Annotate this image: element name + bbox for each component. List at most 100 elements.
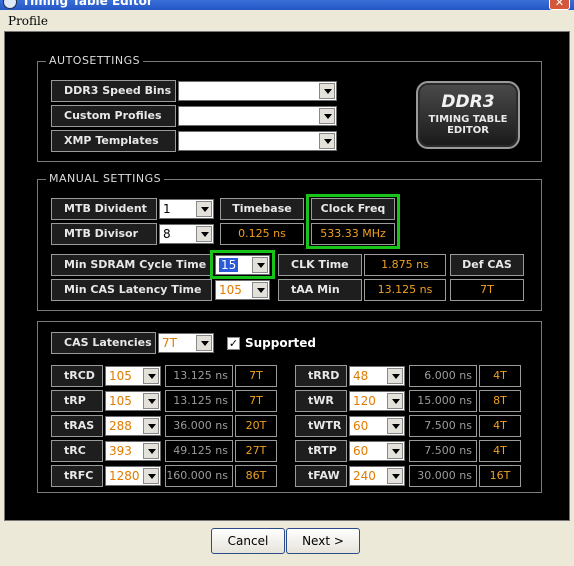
ddr3-speed-bins-select[interactable] xyxy=(178,81,337,101)
def-cas-label: Def CAS xyxy=(450,254,524,276)
close-button[interactable]: ✕ xyxy=(549,0,570,10)
custom-profiles-label: Custom Profiles xyxy=(51,105,176,127)
xmp-templates-label: XMP Templates xyxy=(51,130,176,152)
timing-select-trtp[interactable]: 60 xyxy=(349,441,405,461)
def-cas-value: 7T xyxy=(450,279,524,301)
timing-select-twtr[interactable]: 60 xyxy=(349,416,405,436)
chevron-down-icon[interactable] xyxy=(387,393,403,409)
timing-select-trrd[interactable]: 48 xyxy=(349,366,405,386)
title-bar: Timing Table Editor ✕ xyxy=(0,0,574,10)
timing-t-value-trfc: 86T xyxy=(235,465,277,487)
timing-t-value-tras: 20T xyxy=(235,415,277,437)
supported-checkbox[interactable]: ✓ xyxy=(227,337,240,350)
timing-name-trrd: tRRD xyxy=(295,365,347,387)
xmp-templates-select[interactable] xyxy=(178,131,337,151)
min-sdram-cycle-time-label: Min SDRAM Cycle Time xyxy=(51,254,212,276)
timing-ns-value-twr: 15.000 ns xyxy=(409,390,477,412)
timing-name-tras: tRAS xyxy=(51,415,103,437)
mtb-divident-label: MTB Divident xyxy=(51,198,157,220)
timing-t-value-twr: 8T xyxy=(479,390,521,412)
timing-ns-value-tfaw: 30.000 ns xyxy=(409,465,477,487)
timing-t-value-twtr: 4T xyxy=(479,415,521,437)
chevron-down-icon[interactable] xyxy=(143,368,159,384)
timing-ns-value-trc: 49.125 ns xyxy=(165,440,233,462)
timing-name-trp: tRP xyxy=(51,390,103,412)
chevron-down-icon[interactable] xyxy=(143,443,159,459)
clk-time-value: 1.875 ns xyxy=(364,254,446,276)
ddr3-logo: DDR3 TIMING TABLE EDITOR xyxy=(416,81,520,149)
supported-label: Supported xyxy=(245,336,316,350)
autosettings-title: AUTOSETTINGS xyxy=(46,54,144,67)
timing-t-value-trrd: 4T xyxy=(479,365,521,387)
timing-name-trfc: tRFC xyxy=(51,465,103,487)
timing-name-trtp: tRTP xyxy=(295,440,347,462)
timing-t-value-trc: 27T xyxy=(235,440,277,462)
cancel-button[interactable]: Cancel xyxy=(211,528,285,554)
timing-name-twtr: tWTR xyxy=(295,415,347,437)
menu-profile[interactable]: Profile xyxy=(8,14,48,28)
taa-min-value: 13.125 ns xyxy=(364,279,446,301)
chevron-down-icon[interactable] xyxy=(143,393,159,409)
menu-bar: Profile xyxy=(0,10,574,30)
chevron-down-icon[interactable] xyxy=(143,418,159,434)
logo-line1: DDR3 xyxy=(441,92,495,112)
chevron-down-icon[interactable] xyxy=(196,335,212,351)
min-sdram-cycle-time-select[interactable]: 15 xyxy=(215,255,270,275)
taa-min-label: tAA Min xyxy=(278,279,362,301)
chevron-down-icon[interactable] xyxy=(252,257,268,273)
timebase-value: 0.125 ns xyxy=(220,223,304,245)
next-button[interactable]: Next > xyxy=(286,528,360,554)
timing-select-tras[interactable]: 288 xyxy=(105,416,161,436)
clk-time-label: CLK Time xyxy=(278,254,362,276)
timebase-label: Timebase xyxy=(220,198,304,220)
min-cas-latency-time-label: Min CAS Latency Time xyxy=(51,279,212,301)
chevron-down-icon[interactable] xyxy=(387,443,403,459)
timing-select-twr[interactable]: 120 xyxy=(349,391,405,411)
manual-settings-title: MANUAL SETTINGS xyxy=(46,172,165,185)
timing-t-value-trcd: 7T xyxy=(235,365,277,387)
chevron-down-icon[interactable] xyxy=(387,418,403,434)
editor-panel: AUTOSETTINGS DDR3 Speed Bins Custom Prof… xyxy=(4,31,570,521)
chevron-down-icon[interactable] xyxy=(196,226,212,242)
timing-t-value-tfaw: 16T xyxy=(479,465,521,487)
timing-select-trfc[interactable]: 1280 xyxy=(105,466,161,486)
timing-ns-value-trrd: 6.000 ns xyxy=(409,365,477,387)
clock-freq-label: Clock Freq xyxy=(311,198,395,220)
timing-ns-value-trtp: 7.500 ns xyxy=(409,440,477,462)
chevron-down-icon[interactable] xyxy=(196,201,212,217)
timing-ns-value-trfc: 160.000 ns xyxy=(165,465,233,487)
timing-select-trcd[interactable]: 105 xyxy=(105,366,161,386)
chevron-down-icon[interactable] xyxy=(387,368,403,384)
clock-freq-value: 533.33 MHz xyxy=(311,223,395,245)
logo-line3: EDITOR xyxy=(447,125,489,136)
ddr3-speed-bins-label: DDR3 Speed Bins xyxy=(51,80,176,102)
chevron-down-icon[interactable] xyxy=(319,133,335,149)
cas-latencies-select[interactable]: 7T xyxy=(158,333,214,353)
timing-t-value-trtp: 4T xyxy=(479,440,521,462)
chevron-down-icon[interactable] xyxy=(319,108,335,124)
chevron-down-icon[interactable] xyxy=(387,468,403,484)
cas-latencies-label: CAS Latencies xyxy=(51,332,156,354)
timing-select-trc[interactable]: 393 xyxy=(105,441,161,461)
timing-name-trc: tRC xyxy=(51,440,103,462)
mtb-divisor-select[interactable]: 8 xyxy=(159,224,214,244)
window-title: Timing Table Editor xyxy=(22,0,153,8)
timing-ns-value-trcd: 13.125 ns xyxy=(165,365,233,387)
timing-name-twr: tWR xyxy=(295,390,347,412)
chevron-down-icon[interactable] xyxy=(319,83,335,99)
timing-ns-value-twtr: 7.500 ns xyxy=(409,415,477,437)
min-cas-latency-time-select[interactable]: 105 xyxy=(215,280,270,300)
timing-ns-value-tras: 36.000 ns xyxy=(165,415,233,437)
mtb-divident-select[interactable]: 1 xyxy=(159,199,214,219)
timing-select-trp[interactable]: 105 xyxy=(105,391,161,411)
chevron-down-icon[interactable] xyxy=(143,468,159,484)
timing-name-tfaw: tFAW xyxy=(295,465,347,487)
custom-profiles-select[interactable] xyxy=(178,106,337,126)
chevron-down-icon[interactable] xyxy=(252,282,268,298)
footer-bar: Cancel Next > xyxy=(0,522,574,566)
timing-ns-value-trp: 13.125 ns xyxy=(165,390,233,412)
timing-name-trcd: tRCD xyxy=(51,365,103,387)
logo-line2: TIMING TABLE xyxy=(428,114,508,125)
mtb-divisor-label: MTB Divisor xyxy=(51,223,157,245)
timing-select-tfaw[interactable]: 240 xyxy=(349,466,405,486)
